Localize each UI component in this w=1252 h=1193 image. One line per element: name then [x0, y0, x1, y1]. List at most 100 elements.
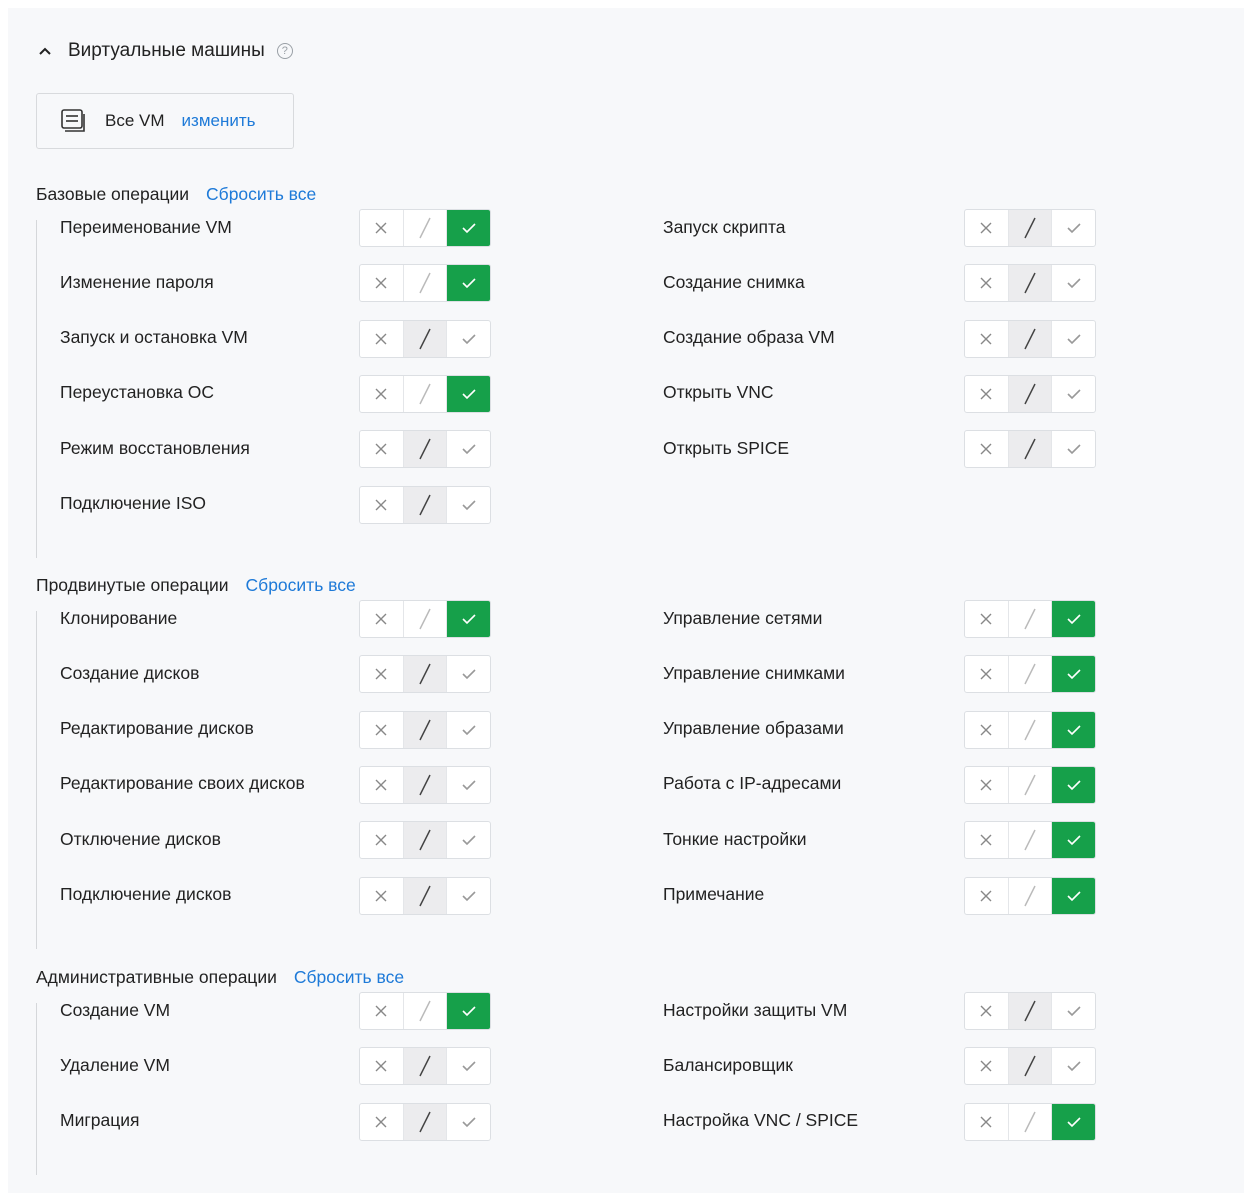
- permission-toggle: [359, 765, 491, 804]
- allow-option[interactable]: [446, 320, 490, 357]
- vm-selector-change-link[interactable]: изменить: [182, 111, 256, 131]
- deny-option[interactable]: [360, 767, 403, 803]
- allow-option[interactable]: [446, 431, 490, 468]
- permission-toggle: [359, 600, 491, 638]
- allow-option[interactable]: [1051, 265, 1095, 302]
- allow-option[interactable]: [446, 1103, 490, 1140]
- deny-option[interactable]: [360, 601, 403, 637]
- partial-option[interactable]: [402, 486, 447, 523]
- partial-option[interactable]: [1007, 320, 1052, 357]
- permission-toggle: [964, 374, 1096, 413]
- partial-option[interactable]: [402, 320, 447, 357]
- partial-option[interactable]: [402, 656, 447, 693]
- allow-option[interactable]: [1051, 320, 1095, 357]
- deny-option[interactable]: [360, 431, 403, 467]
- partial-option[interactable]: [1007, 265, 1052, 302]
- partial-option[interactable]: [402, 265, 447, 302]
- partial-option[interactable]: [1007, 822, 1052, 859]
- chevron-up-icon[interactable]: [38, 43, 54, 59]
- deny-option[interactable]: [965, 656, 1008, 692]
- partial-option[interactable]: [402, 822, 447, 859]
- help-icon[interactable]: ?: [276, 43, 293, 59]
- deny-option[interactable]: [360, 712, 403, 748]
- deny-option[interactable]: [360, 1104, 403, 1140]
- partial-option[interactable]: [402, 993, 447, 1029]
- deny-option[interactable]: [965, 878, 1008, 914]
- permission-row: Удаление VM: [60, 1046, 170, 1084]
- deny-option[interactable]: [965, 321, 1008, 357]
- allow-option[interactable]: [446, 656, 490, 693]
- allow-option[interactable]: [1051, 375, 1095, 412]
- reset-all-link[interactable]: Сбросить все: [206, 184, 316, 205]
- allow-option[interactable]: [446, 265, 490, 302]
- allow-option[interactable]: [446, 711, 490, 748]
- partial-option[interactable]: [1007, 431, 1052, 468]
- partial-option[interactable]: [402, 766, 447, 803]
- partial-option[interactable]: [1007, 993, 1052, 1029]
- allow-option[interactable]: [446, 766, 490, 803]
- allow-option[interactable]: [1051, 993, 1095, 1029]
- allow-option[interactable]: [1051, 431, 1095, 468]
- deny-option[interactable]: [360, 487, 403, 523]
- deny-option[interactable]: [360, 656, 403, 692]
- partial-option[interactable]: [1007, 1103, 1052, 1140]
- deny-option[interactable]: [965, 431, 1008, 467]
- partial-option[interactable]: [402, 711, 447, 748]
- allow-option[interactable]: [1051, 1048, 1095, 1085]
- partial-option[interactable]: [402, 601, 447, 637]
- deny-option[interactable]: [360, 993, 403, 1029]
- allow-option[interactable]: [446, 1048, 490, 1085]
- allow-option[interactable]: [1051, 1103, 1095, 1140]
- partial-option[interactable]: [1007, 766, 1052, 803]
- allow-option[interactable]: [446, 993, 490, 1029]
- group-divider: [36, 611, 37, 949]
- deny-option[interactable]: [360, 210, 403, 246]
- partial-option[interactable]: [402, 1103, 447, 1140]
- allow-option[interactable]: [446, 601, 490, 637]
- partial-option[interactable]: [1007, 877, 1052, 914]
- allow-option[interactable]: [1051, 711, 1095, 748]
- partial-option[interactable]: [402, 877, 447, 914]
- allow-option[interactable]: [446, 877, 490, 914]
- partial-option[interactable]: [1007, 210, 1052, 246]
- allow-option[interactable]: [446, 210, 490, 246]
- deny-option[interactable]: [360, 265, 403, 301]
- partial-option[interactable]: [402, 1048, 447, 1085]
- deny-option[interactable]: [360, 878, 403, 914]
- partial-option[interactable]: [1007, 375, 1052, 412]
- allow-option[interactable]: [1051, 766, 1095, 803]
- deny-option[interactable]: [360, 1048, 403, 1084]
- deny-option[interactable]: [360, 376, 403, 412]
- partial-option[interactable]: [1007, 711, 1052, 748]
- permission-label: Редактирование своих дисков: [60, 773, 305, 794]
- partial-option[interactable]: [402, 375, 447, 412]
- allow-option[interactable]: [446, 486, 490, 523]
- allow-option[interactable]: [1051, 877, 1095, 914]
- allow-option[interactable]: [1051, 210, 1095, 246]
- reset-all-link[interactable]: Сбросить все: [246, 575, 356, 596]
- allow-option[interactable]: [1051, 601, 1095, 637]
- deny-option[interactable]: [965, 712, 1008, 748]
- deny-option[interactable]: [965, 1104, 1008, 1140]
- partial-option[interactable]: [402, 210, 447, 246]
- allow-option[interactable]: [1051, 656, 1095, 693]
- deny-option[interactable]: [360, 321, 403, 357]
- partial-option[interactable]: [1007, 1048, 1052, 1085]
- deny-option[interactable]: [965, 767, 1008, 803]
- allow-option[interactable]: [446, 822, 490, 859]
- deny-option[interactable]: [965, 210, 1008, 246]
- deny-option[interactable]: [965, 822, 1008, 858]
- section-header[interactable]: Виртуальные машины ?: [38, 38, 293, 64]
- allow-option[interactable]: [446, 375, 490, 412]
- partial-option[interactable]: [1007, 656, 1052, 693]
- partial-option[interactable]: [1007, 601, 1052, 637]
- deny-option[interactable]: [965, 376, 1008, 412]
- deny-option[interactable]: [965, 1048, 1008, 1084]
- reset-all-link[interactable]: Сбросить все: [294, 967, 404, 988]
- deny-option[interactable]: [965, 601, 1008, 637]
- deny-option[interactable]: [965, 265, 1008, 301]
- deny-option[interactable]: [360, 822, 403, 858]
- allow-option[interactable]: [1051, 822, 1095, 859]
- deny-option[interactable]: [965, 993, 1008, 1029]
- partial-option[interactable]: [402, 431, 447, 468]
